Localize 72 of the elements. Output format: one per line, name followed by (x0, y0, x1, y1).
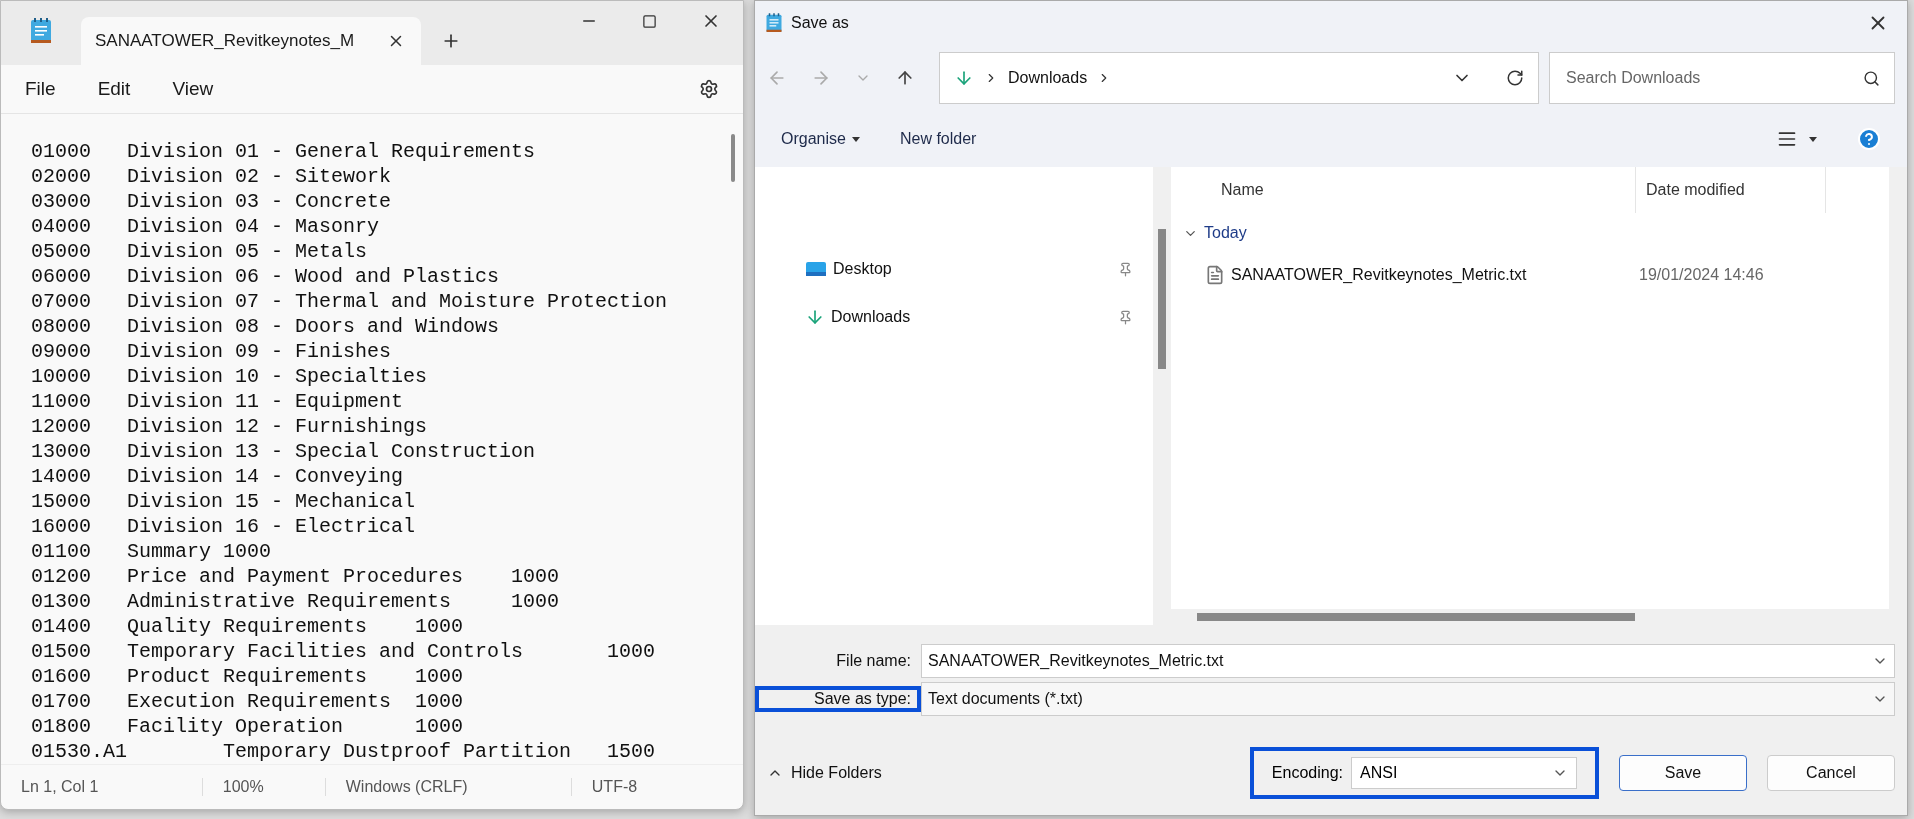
desktop-icon (805, 260, 827, 278)
nav-item[interactable]: Desktop (755, 245, 1153, 293)
encoding-select[interactable]: ANSI (1351, 757, 1577, 789)
settings-icon[interactable] (699, 79, 719, 99)
status-item: UTF-8 (590, 778, 639, 796)
text-line: 03000 Division 03 - Concrete (31, 189, 393, 214)
text-line: 15000 Division 15 - Mechanical (31, 489, 417, 514)
dialog-button[interactable]: Cancel (1767, 755, 1895, 791)
scrollbar-thumb[interactable] (1158, 229, 1166, 369)
text-line: 07000 Division 07 - Thermal and Moisture Protection (31, 289, 669, 314)
text-line: 13000 Division 13 - Special Construction (31, 439, 537, 464)
status-item: Ln 1, Col 1 (1, 778, 203, 796)
text-line: 01530.A1 Temporary Dustproof Partition 1500 (31, 739, 657, 764)
search-icon[interactable] (1863, 69, 1880, 87)
dialog-button[interactable]: Save (1619, 755, 1747, 791)
text-line: 05000 Division 05 - Metals (31, 239, 369, 264)
refresh-icon[interactable] (1506, 69, 1524, 87)
file-icon (1205, 265, 1225, 285)
text-line: 06000 Division 06 - Wood and Plastics (31, 264, 501, 289)
encoding-label: Encoding: (1271, 764, 1343, 782)
text-line: 08000 Division 08 - Doors and Windows (31, 314, 501, 339)
menu-item[interactable]: View (172, 78, 214, 100)
text-line: 01600 Product Requirements 1000 (31, 664, 465, 689)
text-line: 01200 Price and Payment Procedures 1000 (31, 564, 561, 589)
combo-field[interactable]: SANAATOWER_Revitkeynotes_Metric.txt (921, 644, 1895, 678)
hide-folders-button[interactable]: Hide Folders (767, 764, 882, 782)
text-line: 01000 Division 01 - General Requirements (31, 139, 537, 164)
column-header[interactable]: Date modified (1636, 167, 1826, 213)
text-line: 16000 Division 16 - Electrical (31, 514, 417, 539)
text-line: 02000 Division 02 - Sitework (31, 164, 393, 189)
tab-title: SANAATOWER_Revitkeynotes_M (95, 31, 355, 51)
text-line: 01500 Temporary Facilities and Controls 1000 (31, 639, 657, 664)
nav-item[interactable]: Downloads (755, 293, 1153, 341)
file-date: 19/01/2024 14:46 (1639, 266, 1764, 284)
menu-item[interactable]: Edit (97, 78, 131, 100)
column-header[interactable]: Name (1171, 167, 1636, 213)
organise-button[interactable]: Organise (781, 130, 860, 148)
field-label: File name: (835, 652, 912, 670)
caret-icon (851, 136, 860, 142)
text-line: 11000 Division 11 - Equipment (31, 389, 405, 414)
address-bar[interactable]: Downloads (939, 52, 1539, 104)
status-item: 100% (202, 778, 326, 796)
text-line: 01300 Administrative Requirements 1000 (31, 589, 561, 614)
group-header[interactable]: Today (1171, 213, 1889, 253)
breadcrumb[interactable]: Downloads (1008, 69, 1088, 87)
combo-field[interactable]: Text documents (*.txt) (921, 682, 1895, 716)
text-line: 01800 Facility Operation 1000 (31, 714, 465, 739)
text-line: 14000 Division 14 - Conveying (31, 464, 405, 489)
pin-icon[interactable] (1118, 261, 1133, 277)
pin-icon[interactable] (1118, 309, 1133, 325)
search-input[interactable]: Search Downloads (1564, 68, 1775, 88)
scrollbar-thumb[interactable] (1197, 613, 1635, 621)
text-line: 01100 Summary 1000 (31, 539, 273, 564)
menu-item[interactable]: File (25, 78, 56, 100)
notepad-icon (765, 12, 783, 34)
scrollbar-thumb[interactable] (731, 134, 735, 182)
status-item: Windows (CRLF) (325, 778, 572, 796)
search-field[interactable]: Search Downloads (1549, 52, 1895, 104)
text-line: 01700 Execution Requirements 1000 (31, 689, 465, 714)
document-tab[interactable]: SANAATOWER_Revitkeynotes_M (81, 17, 421, 65)
text-line: 04000 Division 04 - Masonry (31, 214, 381, 239)
text-line: 12000 Division 12 - Furnishings (31, 414, 429, 439)
file-name[interactable]: SANAATOWER_Revitkeynotes_Metric.txt (1231, 266, 1639, 284)
dialog-title: Save as (791, 14, 849, 32)
text-line: 10000 Division 10 - Specialties (31, 364, 429, 389)
help-icon[interactable] (1857, 127, 1881, 151)
view-menu-icon[interactable] (1777, 129, 1817, 149)
field-label: Save as type: (813, 690, 912, 708)
notepad-icon (29, 17, 53, 45)
text-line: 01400 Quality Requirements 1000 (31, 614, 465, 639)
toolbar-button[interactable]: New folder (899, 130, 977, 148)
text-line: 09000 Division 09 - Finishes (31, 339, 393, 364)
